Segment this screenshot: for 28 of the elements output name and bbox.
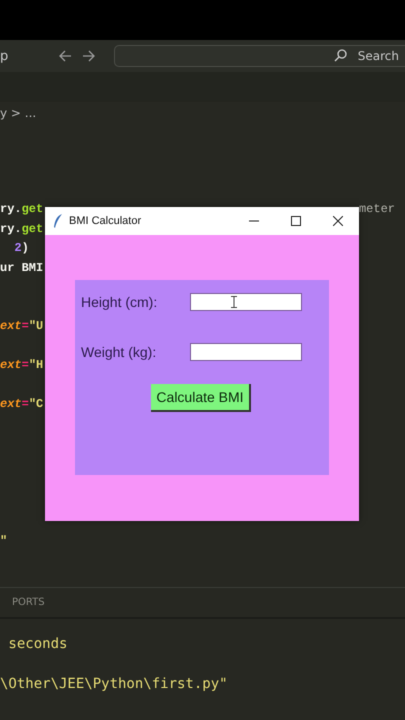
forward-arrow-icon[interactable]: [82, 49, 96, 63]
input-field[interactable]: [190, 343, 302, 361]
text-cursor-icon: [231, 296, 237, 308]
field-label: Weight (kg):: [80, 344, 158, 360]
code-line: 2): [13, 240, 29, 257]
panel-tab[interactable]: PORTS: [12, 597, 45, 608]
close-icon: [333, 216, 343, 226]
terminal-line: \Other\JEE\Python\first.py": [0, 676, 228, 692]
code-line: ": [0, 532, 8, 550]
search-field[interactable]: Search: [114, 45, 405, 67]
search-icon: [334, 49, 347, 62]
back-arrow-icon[interactable]: [58, 49, 72, 63]
code-comment: meter: [358, 201, 396, 218]
window-title: BMI Calculator: [69, 215, 142, 227]
breadcrumb[interactable]: y > ...: [0, 102, 405, 124]
code-line: ext="H: [0, 357, 44, 374]
code-line: ur BMI: [0, 260, 44, 276]
terminal-line: seconds: [7, 636, 68, 652]
feather-icon: [53, 214, 63, 228]
code-line: ext="C: [0, 396, 44, 413]
maximize-icon: [291, 216, 301, 226]
field-label: Height (cm):: [80, 294, 158, 310]
code-line: ext="U: [0, 318, 44, 335]
input-field[interactable]: [190, 293, 302, 311]
menu-label[interactable]: p: [0, 48, 58, 64]
calculate-button[interactable]: Calculate BMI: [151, 384, 251, 412]
code-line: ry.get: [0, 220, 44, 238]
code-line: ry.get: [0, 201, 44, 218]
